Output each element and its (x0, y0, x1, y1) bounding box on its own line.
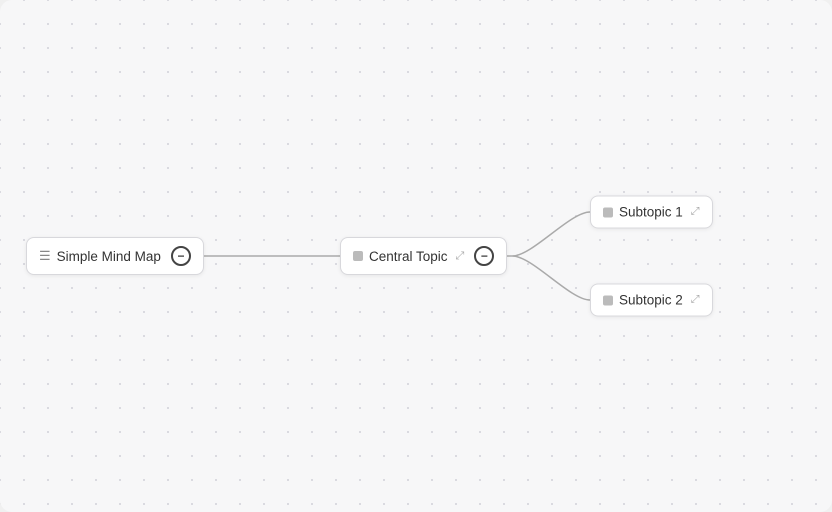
root-collapse-button[interactable]: − (171, 246, 191, 266)
mindmap-canvas: ☰ Simple Mind Map − Central Topic ⤢ − Su… (0, 0, 832, 512)
sub2-square-icon (603, 295, 613, 305)
sub1-resize-icon[interactable]: ⤢ (691, 206, 700, 219)
list-icon: ☰ (39, 248, 51, 264)
subtopic2-node-label: Subtopic 2 (619, 293, 683, 308)
mindmap-wrapper: ☰ Simple Mind Map − Central Topic ⤢ − Su… (0, 0, 832, 512)
sub1-square-icon (603, 207, 613, 217)
central-square-icon (353, 251, 363, 261)
central-collapse-button[interactable]: − (474, 246, 494, 266)
subtopic1-node-label: Subtopic 1 (619, 205, 683, 220)
sub2-resize-icon[interactable]: ⤢ (691, 294, 700, 307)
central-topic-node[interactable]: Central Topic ⤢ − (340, 237, 507, 275)
subtopic1-node[interactable]: Subtopic 1 ⤢ (590, 196, 713, 229)
central-resize-icon[interactable]: ⤢ (456, 250, 465, 263)
root-node[interactable]: ☰ Simple Mind Map − (26, 237, 204, 275)
central-node-label: Central Topic (369, 249, 448, 264)
root-node-label: Simple Mind Map (57, 249, 161, 264)
subtopic2-node[interactable]: Subtopic 2 ⤢ (590, 284, 713, 317)
